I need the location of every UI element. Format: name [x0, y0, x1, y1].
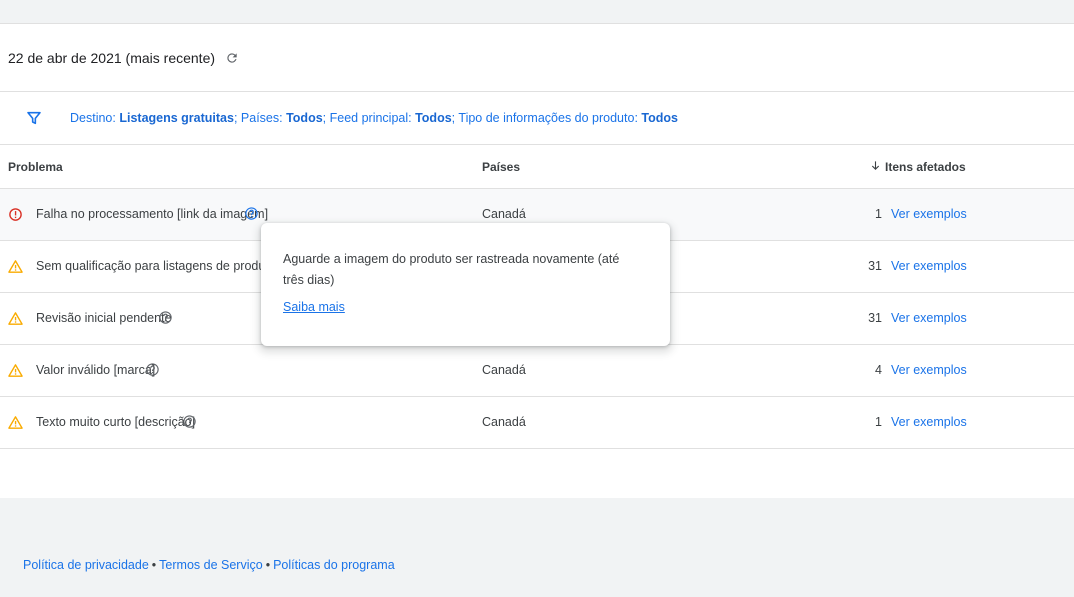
- filter-value: Todos: [415, 111, 452, 125]
- report-date: 22 de abr de 2021 (mais recente): [8, 49, 216, 66]
- filter-icon[interactable]: [26, 110, 42, 126]
- footer-link[interactable]: Políticas do programa: [273, 558, 395, 572]
- view-examples-link[interactable]: Ver exemplos: [891, 415, 967, 429]
- table-header: Problema Países Itens afetados: [0, 145, 1074, 189]
- problem-label: Revisão inicial pendente: [36, 311, 172, 325]
- date-row: 22 de abr de 2021 (mais recente): [0, 24, 1074, 92]
- footer-link[interactable]: Termos de Serviço: [159, 558, 263, 572]
- tooltip: Aguarde a imagem do produto ser rastread…: [261, 223, 670, 346]
- filter-key: Destino:: [70, 111, 120, 125]
- footer-separator: •: [151, 558, 157, 572]
- warning-icon: [8, 259, 23, 274]
- filter-key: Tipo de informações do produto:: [458, 111, 642, 125]
- problem-label: Valor inválido [marca]: [36, 363, 156, 377]
- affected-count: 31: [868, 259, 882, 273]
- filter-separator: ;: [233, 111, 241, 125]
- warning-icon: [8, 311, 23, 326]
- affected-count: 4: [875, 363, 882, 377]
- view-examples-link[interactable]: Ver exemplos: [891, 259, 967, 273]
- warning-icon: [8, 363, 23, 378]
- tooltip-message: Aguarde a imagem do produto ser rastread…: [283, 252, 620, 287]
- top-bar: [0, 0, 1074, 24]
- table-row[interactable]: Texto muito curto [descrição] Canadá 1 Ver …: [0, 397, 1074, 449]
- table-row[interactable]: Valor inválido [marca] Canadá 4 Ver exemplo…: [0, 345, 1074, 397]
- filter-key: Feed principal:: [329, 111, 416, 125]
- filter-row: Destino: Listagens gratuitas; Países: To…: [0, 92, 1074, 145]
- country-label: Canadá: [482, 415, 526, 429]
- help-icon[interactable]: [244, 206, 259, 221]
- footer-links: Política de privacidade • Termos de Serviç…: [23, 558, 395, 572]
- affected-count: 1: [875, 415, 882, 429]
- view-examples-link[interactable]: Ver exemplos: [891, 207, 967, 221]
- footer-link[interactable]: Política de privacidade: [23, 558, 149, 572]
- filter-key: Países:: [240, 111, 287, 125]
- header-affected-label: Itens afetados: [885, 160, 966, 174]
- error-icon: [8, 207, 23, 222]
- help-icon[interactable]: [158, 310, 173, 325]
- header-problem[interactable]: Problema: [8, 160, 63, 174]
- filter-value: Todos: [286, 111, 323, 125]
- view-examples-link[interactable]: Ver exemplos: [891, 363, 967, 377]
- filter-value: Todos: [641, 111, 678, 125]
- help-icon[interactable]: [145, 362, 160, 377]
- filter-separator: ;: [322, 111, 330, 125]
- problem-label: Sem qualificação para listagens de produ…: [36, 259, 293, 273]
- filter-summary[interactable]: Destino: Listagens gratuitas; Países: To…: [70, 111, 678, 125]
- affected-count: 1: [875, 207, 882, 221]
- header-affected-items[interactable]: Itens afetados: [870, 160, 966, 174]
- problem-label: Texto muito curto [descrição]: [36, 415, 196, 429]
- arrow-down-icon: [870, 160, 881, 174]
- country-label: Canadá: [482, 207, 526, 221]
- footer-separator: •: [265, 558, 271, 572]
- affected-count: 31: [868, 311, 882, 325]
- problem-label: Falha no processamento [link da imagem]: [36, 207, 269, 221]
- view-examples-link[interactable]: Ver exemplos: [891, 311, 967, 325]
- help-icon[interactable]: [182, 414, 197, 429]
- filter-value: Listagens gratuitas: [119, 111, 234, 125]
- refresh-icon[interactable]: [225, 51, 239, 65]
- header-countries[interactable]: Países: [482, 160, 520, 174]
- warning-icon: [8, 415, 23, 430]
- country-label: Canadá: [482, 363, 526, 377]
- learn-more-link[interactable]: Saiba mais: [283, 300, 345, 314]
